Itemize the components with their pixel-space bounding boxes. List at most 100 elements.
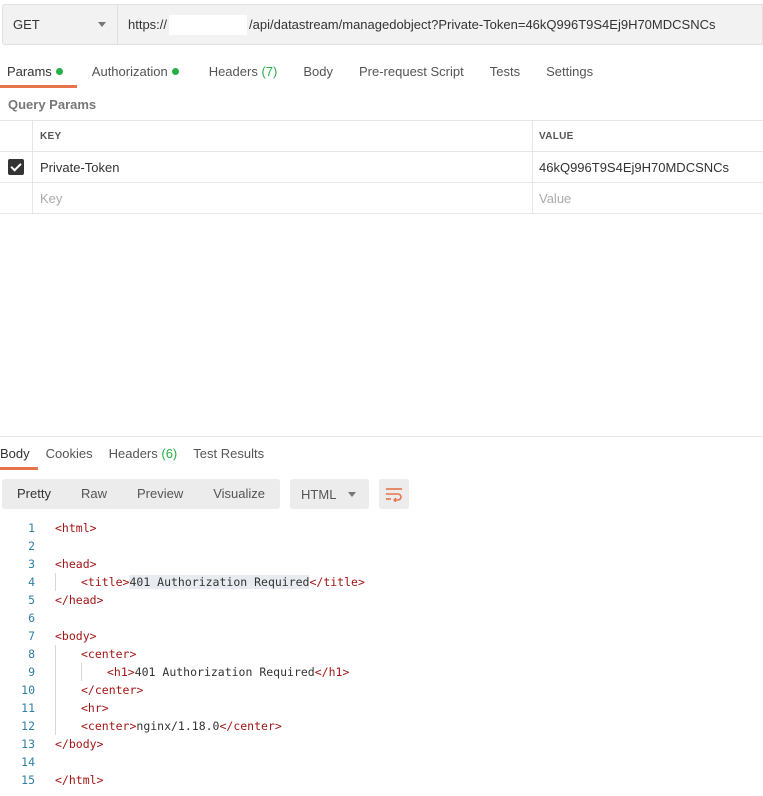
tab-body[interactable]: Body — [284, 58, 340, 88]
code-text: <hr> — [35, 699, 109, 717]
table-header-row: KEY VALUE — [0, 121, 763, 152]
method-label: GET — [13, 17, 40, 32]
code-tag: </head> — [55, 593, 104, 607]
param-enabled-checkbox[interactable] — [8, 159, 24, 175]
tab-pre-request-script[interactable]: Pre-request Script — [340, 58, 471, 88]
table-row-new: Key Value — [0, 183, 763, 214]
code-line: 12 <center>nginx/1.18.0</center> — [0, 717, 763, 735]
line-number: 5 — [28, 593, 35, 607]
line-number: 11 — [21, 701, 35, 715]
code-tag: </h1> — [314, 665, 350, 679]
line-number: 1 — [28, 521, 35, 535]
response-tab-test-results[interactable]: Test Results — [185, 440, 272, 470]
code-text: </head> — [35, 591, 103, 609]
code-line: 13 </body> — [0, 735, 763, 753]
code-line: 5 </head> — [0, 591, 763, 609]
request-tabs: Params Authorization Headers (7) Body Pre-re… — [0, 58, 600, 88]
url-input[interactable]: https:// /api/datastream/managedobject?Pr… — [118, 4, 763, 45]
view-mode-visualize[interactable]: Visualize — [198, 479, 280, 509]
line-number: 10 — [21, 683, 35, 697]
code-content: nginx/1.18.0 — [136, 719, 220, 733]
view-mode-pretty[interactable]: Pretty — [2, 479, 66, 509]
wrap-lines-icon — [386, 488, 403, 502]
code-tag: <center> — [81, 647, 137, 661]
code-tag: <hr> — [81, 701, 109, 715]
code-tag: </body> — [55, 737, 104, 751]
code-line: 2 — [0, 537, 763, 555]
code-text: </body> — [35, 735, 103, 753]
line-number: 2 — [28, 539, 35, 553]
code-line: 11 <hr> — [0, 699, 763, 717]
code-tag: </html> — [55, 773, 104, 787]
code-text: <h1>401 Authorization Required</h1> — [35, 663, 349, 681]
code-tag: </center> — [81, 683, 144, 697]
line-number: 8 — [28, 647, 35, 661]
code-tag: <body> — [55, 629, 97, 643]
code-line: 7 <body> — [0, 627, 763, 645]
key-column-header: KEY — [33, 121, 533, 151]
format-label: HTML — [301, 486, 337, 502]
tab-authorization[interactable]: Authorization — [77, 58, 186, 88]
code-text: <center>nginx/1.18.0</center> — [35, 717, 282, 735]
response-divider — [0, 436, 763, 437]
new-row-check-cell — [0, 183, 33, 213]
url-path: /api/datastream/managedobject?Private-To… — [249, 17, 716, 32]
code-content: 401 Authorization Required — [129, 575, 310, 589]
param-value-cell[interactable]: 46kQ996T9S4Ej9H70MDCSNCs — [533, 152, 763, 182]
view-mode-preview[interactable]: Preview — [122, 479, 198, 509]
indent-guide — [55, 699, 81, 717]
response-tab-cookies[interactable]: Cookies — [38, 440, 101, 470]
query-params-table: KEY VALUE Private-Token 46kQ996T9S4Ej9H7… — [0, 120, 763, 214]
response-tab-headers[interactable]: Headers (6) — [101, 440, 186, 470]
code-tag: <h1> — [107, 665, 135, 679]
code-tag: </title> — [309, 575, 365, 589]
code-tag: <title> — [81, 575, 130, 589]
tab-count: (6) — [161, 446, 178, 461]
code-line: 3 <head> — [0, 555, 763, 573]
code-line: 8 <center> — [0, 645, 763, 663]
tab-label: Headers — [208, 64, 258, 79]
tab-label: Headers — [108, 446, 158, 461]
response-toolbar: Pretty Raw Preview Visualize HTML — [2, 479, 410, 509]
code-text: <html> — [35, 519, 97, 537]
line-number: 14 — [21, 755, 35, 769]
code-line: 10 </center> — [0, 681, 763, 699]
format-select[interactable]: HTML — [290, 479, 370, 509]
line-number: 7 — [28, 629, 35, 643]
indent-guide — [55, 717, 81, 735]
code-text: </html> — [35, 771, 103, 789]
tab-tests[interactable]: Tests — [471, 58, 527, 88]
code-tag: <head> — [55, 557, 97, 571]
line-number: 4 — [28, 575, 35, 589]
tab-label: Pre-request Script — [358, 64, 464, 79]
tab-count: (7) — [261, 64, 278, 79]
param-key-cell[interactable]: Private-Token — [33, 152, 533, 182]
tab-settings[interactable]: Settings — [527, 58, 600, 88]
url-prefix: https:// — [128, 17, 168, 32]
code-text: <title>401 Authorization Required</title… — [35, 573, 365, 591]
code-tag: <center> — [81, 719, 137, 733]
chevron-down-icon — [348, 492, 357, 497]
response-body-code[interactable]: 1 <html> 2 3 <head> 4 <title>401 Authorization… — [0, 519, 763, 789]
chevron-down-icon — [98, 22, 106, 27]
row-check-cell — [0, 152, 33, 182]
tab-label: Cookies — [45, 446, 93, 461]
code-line: 9 <h1>401 Authorization Required</h1> — [0, 663, 763, 681]
method-select[interactable]: GET — [2, 4, 118, 45]
tab-headers[interactable]: Headers (7) — [186, 58, 285, 88]
query-params-title: Query Params — [8, 97, 97, 112]
indent-guide — [55, 663, 81, 681]
line-number: 15 — [21, 773, 35, 787]
new-key-input[interactable]: Key — [33, 183, 533, 213]
tab-params[interactable]: Params — [0, 58, 77, 88]
new-value-input[interactable]: Value — [533, 183, 763, 213]
indent-guide — [81, 663, 107, 681]
code-tag: <html> — [55, 521, 97, 535]
view-mode-raw[interactable]: Raw — [66, 479, 122, 509]
tab-label: Test Results — [193, 446, 265, 461]
code-content: 401 Authorization Required — [134, 665, 315, 679]
response-tab-body[interactable]: Body — [0, 440, 38, 470]
wrap-lines-button[interactable] — [379, 479, 410, 509]
